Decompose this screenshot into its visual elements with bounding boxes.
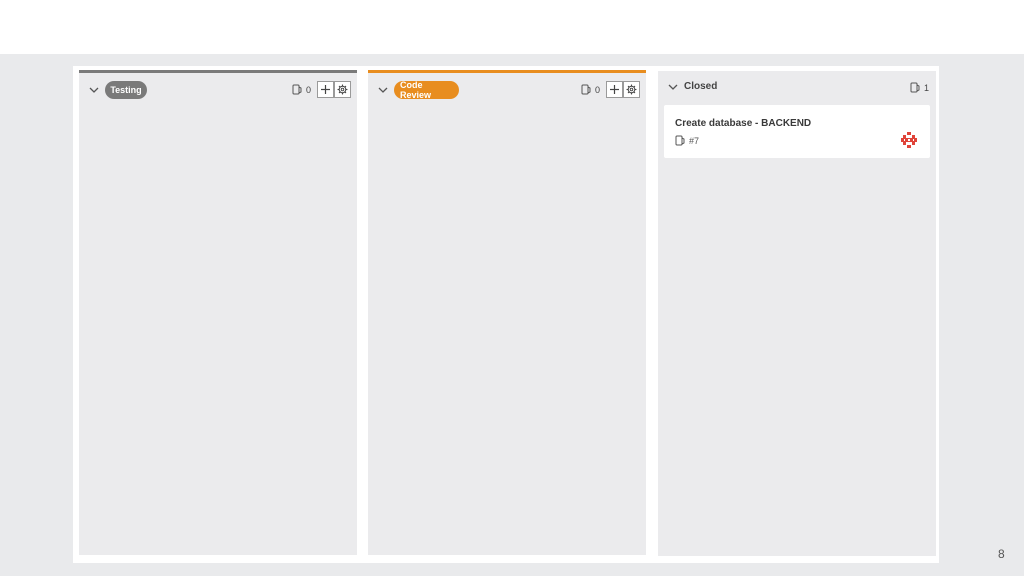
chevron-down-icon[interactable] [376, 83, 390, 97]
chevron-down-icon[interactable] [87, 83, 101, 97]
issue-count-code-review: 0 [581, 83, 600, 96]
gear-icon [337, 84, 348, 95]
column-testing: Testing 0 [79, 70, 357, 555]
plus-icon [610, 85, 619, 94]
column-settings-button[interactable] [334, 81, 351, 98]
issue-icon [292, 84, 302, 95]
column-header-closed: Closed 1 [658, 71, 936, 103]
column-settings-button[interactable] [623, 81, 640, 98]
issue-count-closed: 1 [910, 81, 929, 94]
chevron-down-icon[interactable] [666, 80, 680, 94]
issue-card-meta: #7 [675, 135, 699, 146]
issue-count-value: 0 [595, 84, 601, 95]
issue-count-value: 0 [306, 84, 312, 95]
issue-icon [910, 82, 920, 93]
avatar[interactable] [900, 131, 918, 149]
issue-icon [581, 84, 591, 95]
issue-number: #7 [689, 135, 700, 146]
top-band [0, 0, 1024, 54]
column-closed: Closed 1 Create database - BACKEND #7 [658, 71, 936, 556]
issue-card-title[interactable]: Create database - BACKEND [675, 118, 811, 129]
column-label-closed: Closed [684, 81, 718, 92]
column-header-testing: Testing 0 [79, 73, 357, 105]
column-code-review: Code Review 0 [368, 70, 646, 555]
column-header-code-review: Code Review 0 [368, 73, 646, 105]
gear-icon [626, 84, 637, 95]
add-issue-button[interactable] [317, 81, 334, 98]
issue-count-value: 1 [924, 82, 930, 93]
plus-icon [321, 85, 330, 94]
column-label-code-review: Code Review [394, 80, 459, 100]
column-label-testing: Testing [105, 81, 147, 99]
kanban-board: Testing 0 Code Review 0 Closed 1 Create … [73, 66, 939, 563]
page-number: 8 [998, 547, 1005, 561]
issue-icon [675, 135, 685, 146]
issue-count-testing: 0 [292, 83, 311, 96]
add-issue-button[interactable] [606, 81, 623, 98]
issue-card[interactable]: Create database - BACKEND #7 [664, 105, 930, 158]
